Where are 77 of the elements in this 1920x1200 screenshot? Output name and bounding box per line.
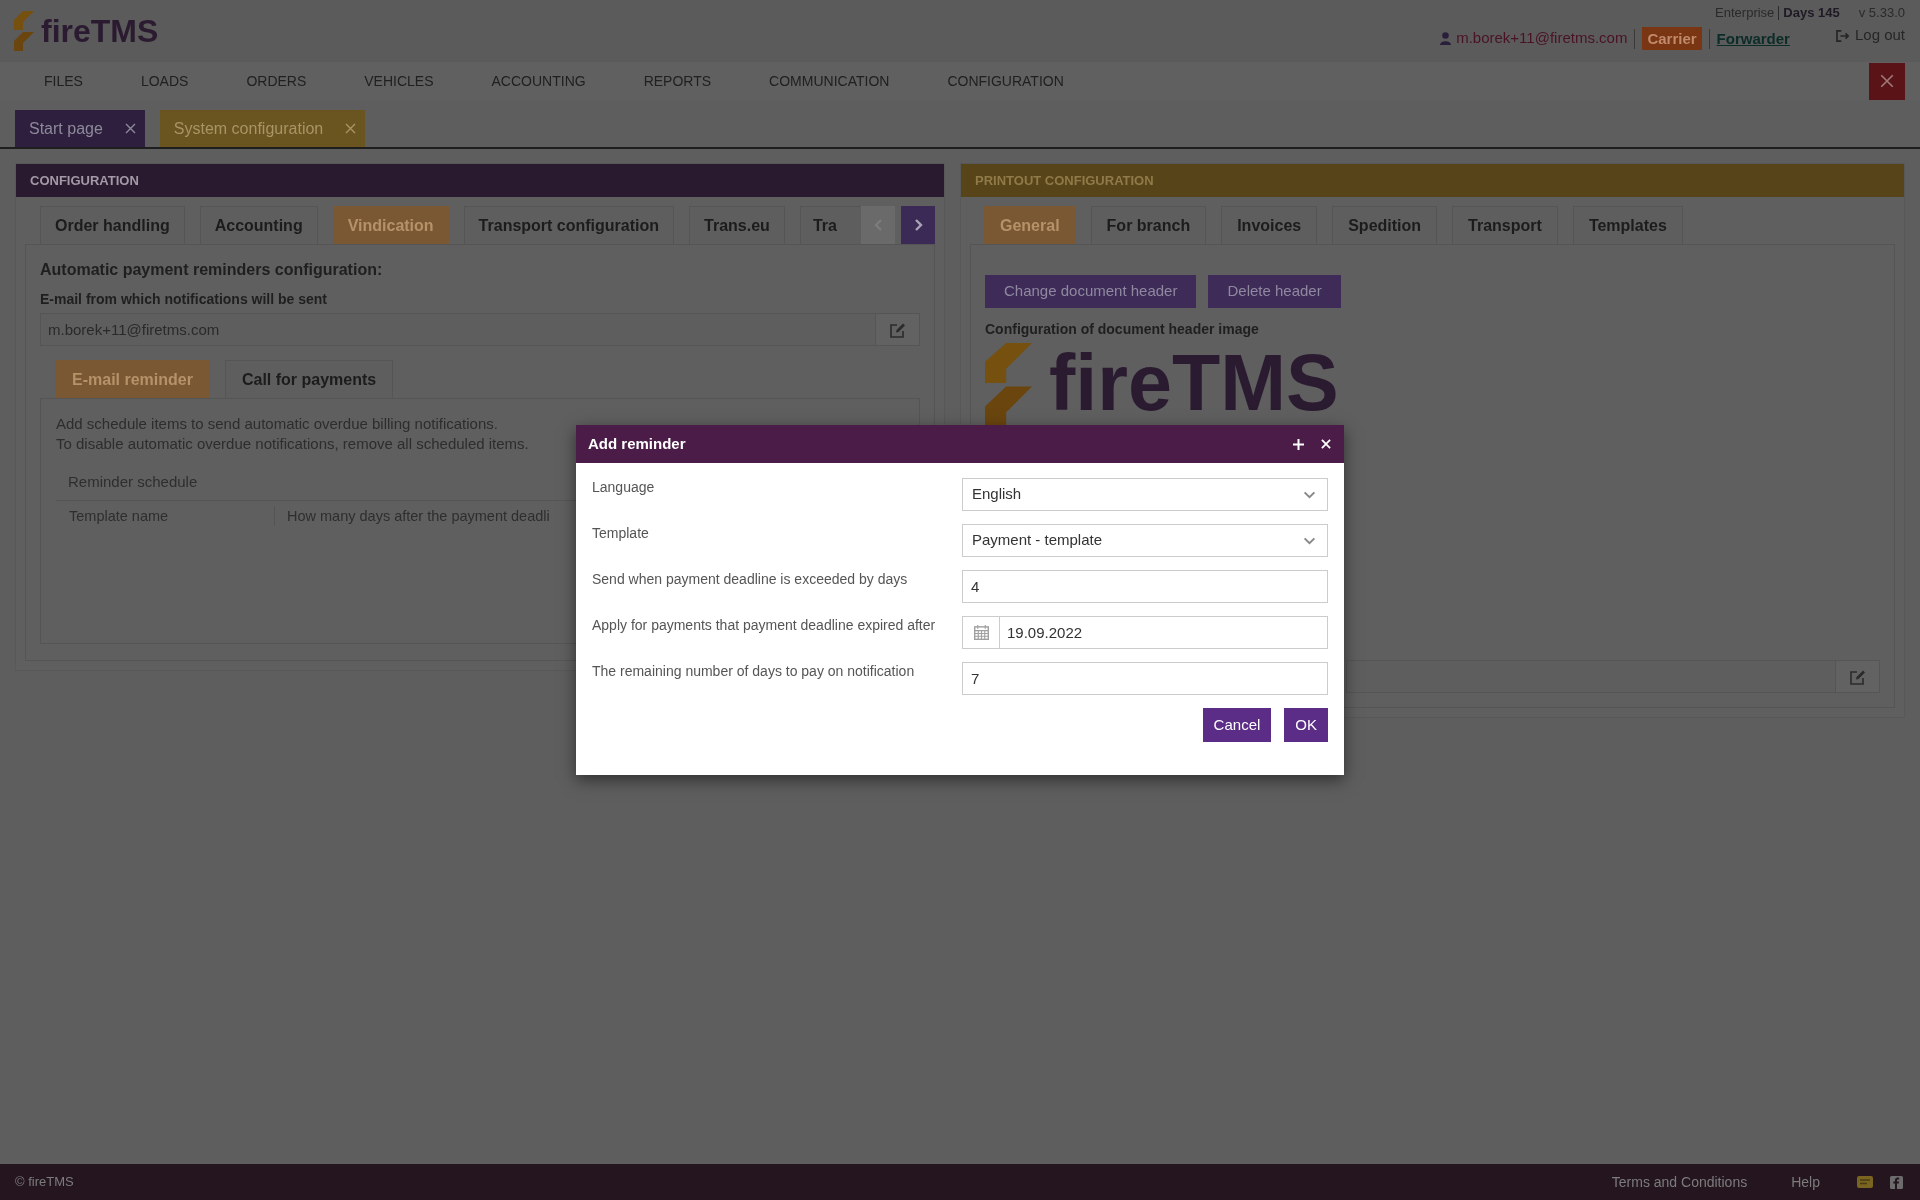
page-tab[interactable]: Start page — [15, 110, 145, 147]
logout-icon — [1835, 29, 1850, 42]
tab[interactable]: Transport — [1452, 206, 1558, 244]
tab[interactable]: Trans.eu — [689, 206, 785, 244]
tab[interactable]: Transport configuration — [463, 206, 675, 244]
close-icon — [1321, 439, 1331, 449]
role-switch[interactable]: Forwarder — [1716, 29, 1790, 48]
logo-text: fireTMS — [41, 15, 159, 47]
calendar-icon — [973, 625, 989, 640]
menu-item[interactable]: COMMUNICATION — [740, 71, 919, 91]
menu-item[interactable]: ORDERS — [217, 71, 336, 91]
tab[interactable]: For branch — [1090, 206, 1207, 244]
panel-header: PRINTOUT CONFIGURATION — [961, 164, 1904, 197]
tab[interactable]: Invoices — [1221, 206, 1318, 244]
plus-icon — [1293, 438, 1304, 450]
dropdown-field[interactable]: Payment - template — [962, 524, 1328, 557]
dialog-button[interactable]: Cancel — [1202, 708, 1272, 742]
copyright-text: © fireTMS — [15, 1173, 74, 1192]
footer-link[interactable]: Help — [1791, 1171, 1820, 1193]
field-label: The remaining number of days to pay on notification — [592, 662, 916, 681]
menu-item[interactable]: LOADS — [111, 71, 218, 91]
field-label: Send when payment deadline is exceeded by days — [592, 570, 909, 589]
close-button[interactable] — [1321, 439, 1331, 449]
panel-header: CONFIGURATION — [16, 164, 944, 197]
page-tab[interactable]: System configuration — [159, 110, 366, 147]
role-switch[interactable]: Carrier — [1642, 27, 1702, 50]
dialog-button[interactable]: OK — [1284, 708, 1328, 742]
subtab[interactable]: E-mail reminder — [55, 360, 210, 398]
calendar-button[interactable] — [962, 616, 1000, 649]
input-field[interactable]: 7 — [962, 662, 1328, 695]
scroll-right-button[interactable] — [901, 206, 935, 244]
user-icon — [1440, 32, 1452, 45]
dropdown-field[interactable]: English — [962, 478, 1328, 511]
input-field[interactable]: 4 — [962, 570, 1328, 603]
footer-link[interactable]: Terms and Conditions — [1611, 1171, 1748, 1193]
edit-icon — [1849, 668, 1866, 685]
bolt-logo-icon — [14, 11, 34, 51]
user-link[interactable]: m.borek+11@firetms.com — [1440, 27, 1628, 50]
action-button[interactable]: Change document header — [985, 275, 1197, 308]
dialog-title: Add reminder — [588, 433, 686, 454]
edit-button[interactable] — [1836, 660, 1880, 693]
add-button[interactable] — [1293, 438, 1304, 450]
days-counter: Days 145 — [1778, 6, 1840, 20]
subtab[interactable]: Call for payments — [224, 360, 394, 398]
edit-button[interactable] — [876, 313, 920, 346]
menu-item[interactable]: REPORTS — [614, 71, 741, 91]
close-icon[interactable] — [345, 123, 357, 134]
field-label: E-mail from which notifications will be sent — [40, 290, 328, 309]
field-label: Language — [592, 478, 656, 497]
menu-item[interactable]: ACCOUNTING — [462, 71, 615, 91]
tab[interactable]: Tra — [799, 206, 861, 244]
field-label: Template — [592, 524, 650, 543]
chevron-right-icon — [913, 219, 923, 231]
menu-item[interactable]: VEHICLES — [335, 71, 463, 91]
image-caption: Configuration of document header image — [985, 320, 1259, 339]
section-heading: Automatic payment reminders configuration: — [40, 260, 383, 280]
message-icon[interactable] — [1857, 1176, 1873, 1188]
tab[interactable]: Spedition — [1332, 206, 1438, 244]
close-icon[interactable] — [124, 123, 136, 134]
field-label: Apply for payments that payment deadline expired after — [592, 616, 937, 635]
tab[interactable]: Vindication — [332, 206, 449, 244]
tab[interactable]: Accounting — [199, 206, 318, 244]
tab[interactable]: General — [984, 206, 1076, 244]
action-button[interactable]: Delete header — [1208, 275, 1341, 308]
text-field[interactable] — [1346, 660, 1836, 693]
menu-item[interactable]: CONFIGURATION — [918, 71, 1093, 91]
f-square-icon[interactable] — [1890, 1175, 1903, 1189]
tab[interactable]: Templates — [1572, 206, 1683, 244]
edit-icon — [889, 321, 906, 338]
menu-item[interactable]: FILES — [15, 71, 112, 91]
bolt-logo-icon — [985, 343, 1032, 426]
logo-image-text: fireTMS — [1049, 343, 1339, 423]
tab[interactable]: Order handling — [40, 206, 185, 244]
chevron-down-icon — [1303, 536, 1316, 545]
close-icon — [1880, 74, 1894, 88]
chevron-down-icon — [1303, 490, 1316, 499]
date-field[interactable]: 19.09.2022 — [1000, 616, 1328, 649]
